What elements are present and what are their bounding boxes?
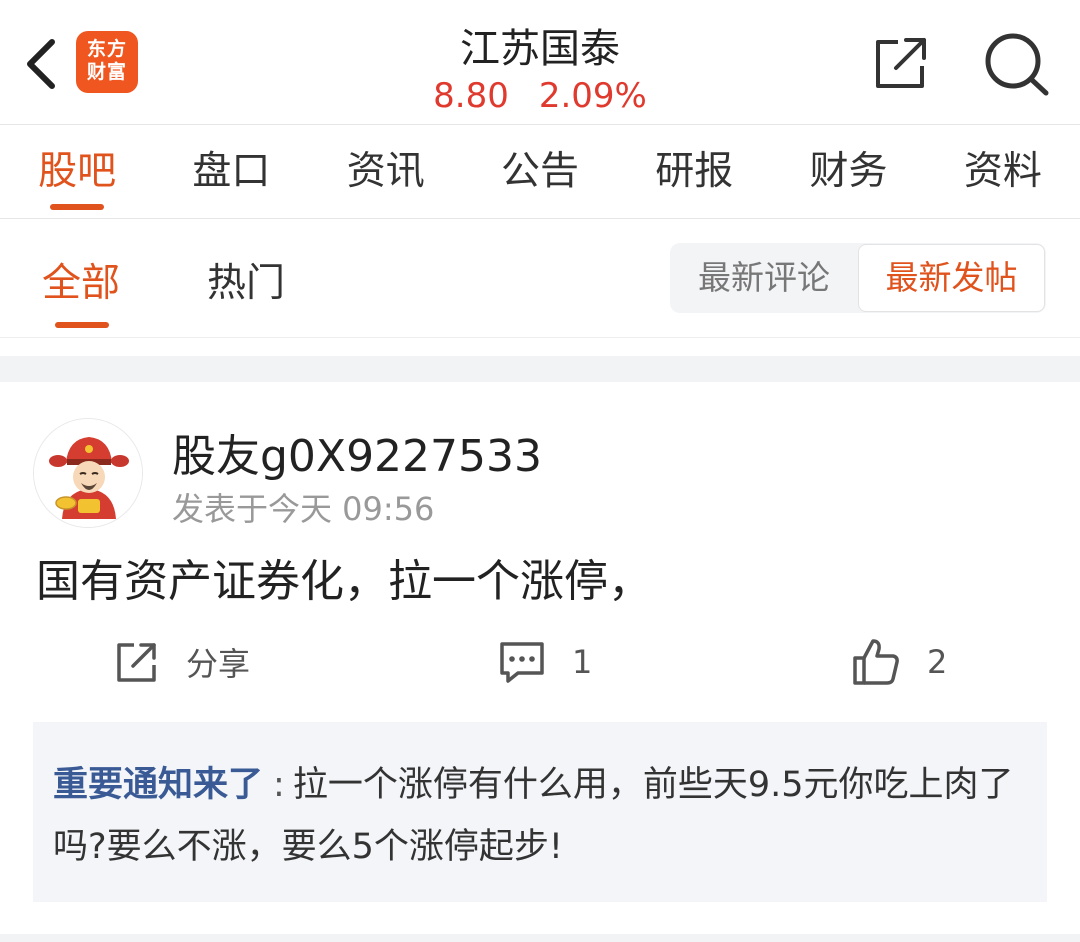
post-card[interactable]: 股友g0X9227533 发表于今天 09:56 国有资产证券化，拉一个涨停， … (0, 382, 1080, 934)
like-button[interactable]: 2 (851, 632, 947, 692)
reply-author[interactable]: 重要通知来了 (53, 765, 263, 805)
comment-count: 1 (572, 643, 593, 681)
subtab-hot[interactable]: 热门 (207, 252, 285, 308)
avatar-caishen-icon (34, 419, 142, 527)
tab-news[interactable]: 资讯 (309, 125, 463, 218)
tab-pankou[interactable]: 盘口 (154, 125, 308, 218)
section-divider (0, 356, 1080, 382)
post-actions: 分享 1 2 (0, 632, 1080, 692)
sort-toggle: 最新评论 最新发帖 (670, 243, 1046, 313)
subtab-all[interactable]: 全部 (42, 252, 121, 328)
comment-icon (500, 642, 544, 683)
search-icon[interactable] (982, 30, 1052, 100)
tab-finance[interactable]: 财务 (771, 125, 925, 218)
tab-guba[interactable]: 股吧 (0, 125, 154, 218)
share-button[interactable]: 分享 (114, 632, 250, 692)
sort-latest-post[interactable]: 最新发帖 (858, 244, 1045, 312)
reply-separator: : (273, 765, 285, 805)
tab-profile[interactable]: 资料 (926, 125, 1080, 218)
post-author[interactable]: 股友g0X9227533 (172, 420, 542, 484)
comment-button[interactable]: 1 (498, 632, 592, 692)
post-content[interactable]: 国有资产证券化，拉一个涨停， (36, 545, 652, 609)
sub-tab-bar: 全部 热门 最新评论 最新发帖 (0, 220, 1080, 338)
stock-change-percent: 2.09% (538, 76, 647, 116)
tab-announcements[interactable]: 公告 (463, 125, 617, 218)
like-icon (853, 639, 899, 685)
avatar[interactable] (33, 418, 143, 528)
share-icon[interactable] (870, 32, 932, 94)
active-tab-indicator (55, 322, 109, 328)
share-label: 分享 (186, 645, 251, 683)
post-timestamp: 发表于今天 09:56 (172, 490, 435, 528)
main-tab-bar: 股吧 盘口 资讯 公告 研报 财务 资料 (0, 125, 1080, 219)
like-count: 2 (927, 643, 948, 681)
top-bar: 东方 财富 江苏国泰 8.80 2.09% (0, 0, 1080, 125)
tab-research[interactable]: 研报 (617, 125, 771, 218)
stock-price: 8.80 (433, 76, 509, 116)
sort-latest-comment[interactable]: 最新评论 (670, 243, 858, 313)
section-divider-bottom (0, 934, 1080, 942)
reply-preview[interactable]: 重要通知来了: 拉一个涨停有什么用，前些天9.5元你吃上肉了吗?要么不涨，要么5个… (33, 722, 1047, 902)
subtab-all-label: 全部 (42, 261, 121, 306)
share-icon (117, 643, 156, 682)
